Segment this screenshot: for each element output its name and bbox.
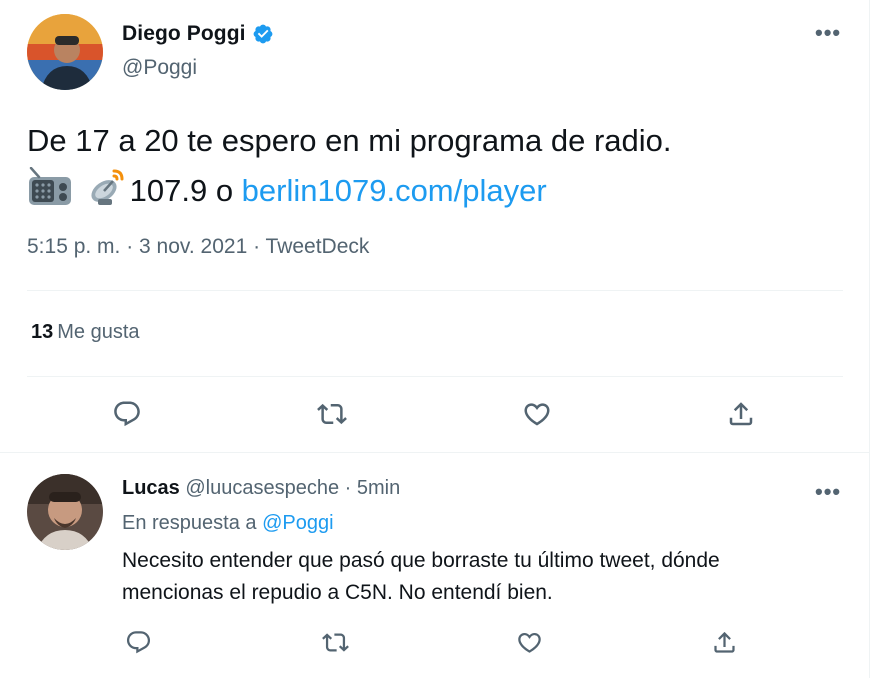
share-icon <box>729 402 753 426</box>
reply-text-line2: mencionas el repudio a C5N. No entendí b… <box>122 581 553 604</box>
retweet-icon <box>321 632 349 652</box>
tweet-timestamp[interactable]: 5:15 p. m. · 3 nov. 2021 · TweetDeck <box>27 235 369 259</box>
reply-author-handle[interactable]: @luucasespeche <box>185 477 339 499</box>
divider-top <box>27 290 843 291</box>
frequency-text: 107.9 o <box>129 173 242 208</box>
reply-share-button[interactable] <box>707 625 741 659</box>
reply-more-icon[interactable]: ••• <box>815 481 841 503</box>
reply-text: Necesito entender que pasó que borraste … <box>122 545 720 609</box>
reply-button[interactable] <box>110 397 144 431</box>
retweet-button[interactable] <box>315 397 349 431</box>
replying-to: En respuesta a @Poggi <box>122 512 334 535</box>
more-icon[interactable]: ••• <box>815 22 841 44</box>
verified-badge-icon <box>253 24 272 44</box>
author-name-row: Diego Poggi <box>122 22 274 46</box>
tweet-text-line1: De 17 a 20 te espero en mi programa de r… <box>27 123 672 158</box>
reply-like-button[interactable] <box>512 625 546 659</box>
reply-icon <box>126 630 150 653</box>
heart-icon <box>517 632 541 653</box>
reply-reply-button[interactable] <box>121 625 155 659</box>
satellite-antenna-icon <box>91 169 124 205</box>
likes-label: Me gusta <box>57 321 140 343</box>
reply-author-avatar[interactable] <box>27 474 103 550</box>
like-button[interactable] <box>520 397 554 431</box>
author-handle[interactable]: @Poggi <box>122 56 197 80</box>
author-name[interactable]: Diego Poggi <box>122 22 246 46</box>
replying-handle-link[interactable]: @Poggi <box>262 512 333 534</box>
likes-count: 13 <box>31 321 54 343</box>
right-border <box>869 0 870 678</box>
reply-time-separator: · <box>339 477 357 499</box>
share-button[interactable] <box>724 397 758 431</box>
radio-icon <box>29 167 71 205</box>
replying-prefix: En respuesta a <box>122 512 263 534</box>
section-separator <box>0 452 869 453</box>
reply-text-line1: Necesito entender que pasó que borraste … <box>122 549 720 572</box>
tweet-text-line2: 107.9 o berlin1079.com/player <box>27 166 672 216</box>
share-icon <box>713 631 735 653</box>
retweet-icon <box>317 403 347 425</box>
reply-retweet-button[interactable] <box>318 625 352 659</box>
reply-time[interactable]: 5min <box>357 477 400 499</box>
player-link[interactable]: berlin1079.com/player <box>242 173 547 208</box>
tweet-text: De 17 a 20 te espero en mi programa de r… <box>27 116 672 216</box>
author-avatar[interactable] <box>27 14 103 90</box>
heart-icon <box>524 403 550 426</box>
reply-author-name[interactable]: Lucas <box>122 477 180 499</box>
divider-bottom <box>27 376 843 377</box>
reply-icon <box>114 401 140 427</box>
likes-stat[interactable]: 13 Me gusta <box>31 321 140 344</box>
reply-header: Lucas @luucasespeche · 5min <box>122 477 400 500</box>
